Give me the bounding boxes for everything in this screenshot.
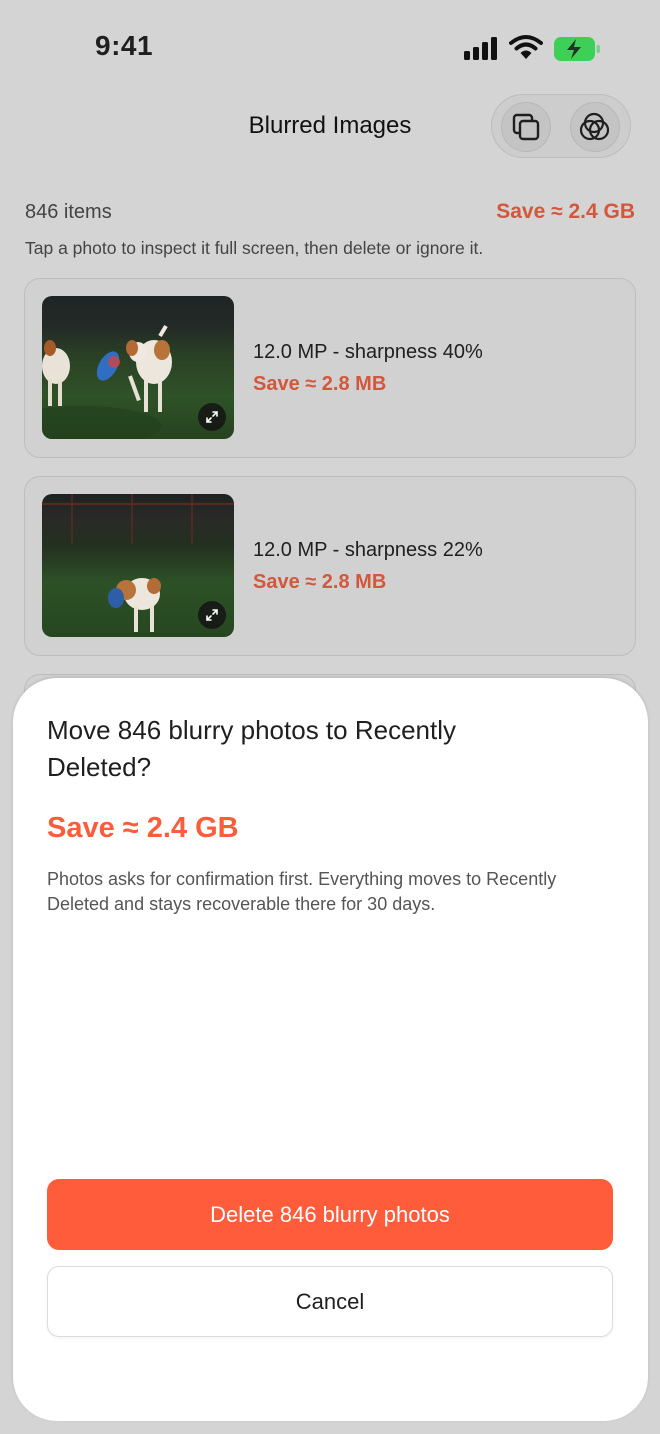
cancel-button[interactable]: Cancel bbox=[47, 1266, 613, 1337]
photo-card[interactable]: 12.0 MP - sharpness 22% Save ≈ 2.8 MB bbox=[24, 476, 636, 656]
expand-icon bbox=[206, 609, 218, 621]
similar-photos-button[interactable] bbox=[570, 102, 620, 152]
expand-button[interactable] bbox=[198, 601, 226, 629]
sheet-description: Photos asks for confirmation first. Ever… bbox=[47, 869, 557, 914]
delete-button[interactable]: Delete 846 blurry photos bbox=[47, 1179, 613, 1250]
expand-icon bbox=[206, 411, 218, 423]
status-time: 9:41 bbox=[95, 30, 154, 61]
battery-charging-icon bbox=[554, 37, 600, 61]
total-save-label: Save ≈ 2.4 GB bbox=[496, 200, 635, 223]
expand-button[interactable] bbox=[198, 403, 226, 431]
photo-thumbnail[interactable] bbox=[42, 494, 234, 637]
sheet-save-amount: Save ≈ 2.4 GB bbox=[47, 812, 239, 844]
items-count: 846 items bbox=[25, 201, 112, 223]
photo-meta: 12.0 MP - sharpness 40% bbox=[253, 341, 483, 363]
duplicates-icon bbox=[512, 113, 540, 141]
photo-card[interactable]: 12.0 MP - sharpness 40% Save ≈ 2.8 MB bbox=[24, 278, 636, 458]
instruction-text: Tap a photo to inspect it full screen, t… bbox=[25, 238, 484, 258]
photo-save: Save ≈ 2.8 MB bbox=[253, 571, 387, 593]
confirm-sheet: Move 846 blurry photos to Recently Delet… bbox=[13, 678, 648, 1421]
sheet-title: Move 846 blurry photos to Recently Delet… bbox=[47, 715, 456, 782]
toolbar-pill bbox=[491, 94, 631, 158]
similar-photos-icon bbox=[579, 112, 610, 141]
photo-meta: 12.0 MP - sharpness 22% bbox=[253, 539, 483, 561]
duplicates-button[interactable] bbox=[501, 102, 551, 152]
wifi-icon bbox=[509, 35, 543, 59]
signal-icon bbox=[464, 36, 500, 60]
photo-thumbnail[interactable] bbox=[42, 296, 234, 439]
photo-save: Save ≈ 2.8 MB bbox=[253, 373, 387, 395]
